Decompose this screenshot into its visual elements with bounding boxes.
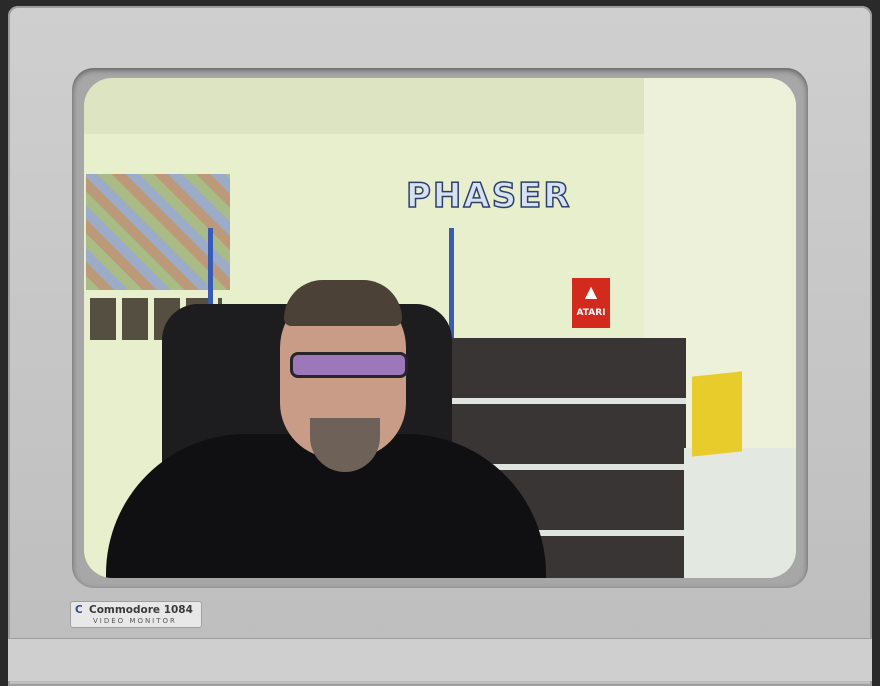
phaser-wall-sign: PHASER — [405, 175, 572, 217]
atari-sign: ▲ ATARI — [572, 278, 610, 328]
atari-sign-label: ATARI — [576, 308, 606, 318]
badge-title: C Commodore 1084 — [75, 604, 193, 616]
atari-fuji-icon: ▲ — [584, 282, 598, 301]
commodore-logo-icon: C — [75, 604, 83, 616]
badge-model-label: Commodore 1084 — [89, 604, 193, 616]
monitor-model-badge: C Commodore 1084 VIDEO MONITOR — [70, 601, 202, 628]
monitor-base-lip — [8, 638, 872, 681]
person-hair — [284, 280, 402, 326]
webcam-video-feed: PHASER ▲ ATARI — [84, 78, 796, 578]
room-scene: PHASER ▲ ATARI — [84, 78, 796, 578]
side-shelf — [684, 448, 796, 578]
badge-subtitle: VIDEO MONITOR — [93, 617, 177, 625]
person-glasses — [290, 352, 408, 378]
yellow-game-box — [692, 371, 742, 457]
crt-monitor-frame: PHASER ▲ ATARI C Commodore 1084 VIDEO MON… — [0, 0, 880, 686]
